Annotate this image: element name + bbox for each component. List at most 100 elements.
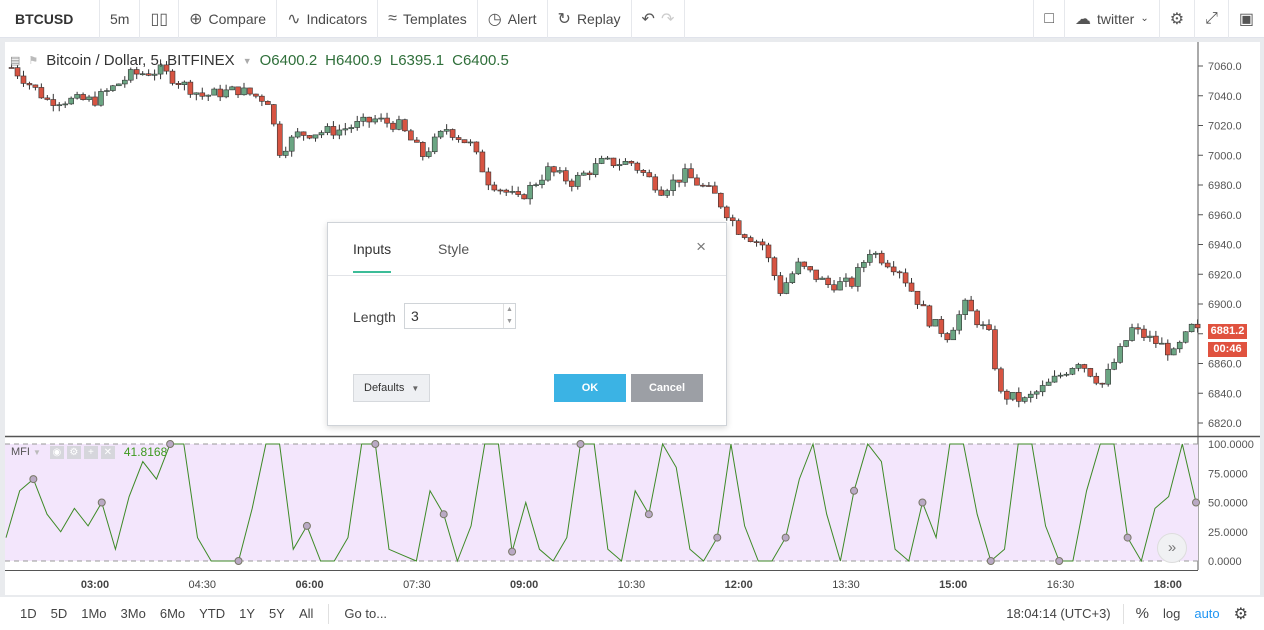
candle-body [843,277,849,282]
mfi-marker [986,557,995,565]
symbol-title[interactable]: Bitcoin / Dollar, 5, BITFINEX [46,52,234,69]
candle-body [795,261,802,275]
candle-body [1141,328,1147,338]
down-arrow-icon[interactable]: ▼ [504,316,515,328]
mfi-marker [918,498,927,507]
candle-body [610,157,617,167]
candle-body [658,189,665,196]
plus-icon[interactable]: + [83,445,98,459]
tab-inputs[interactable]: Inputs [353,241,392,273]
price-label: 7000.0 [1208,150,1242,162]
chart-legend: ▤ ⚑ Bitcoin / Dollar, 5, BITFINEX ▼ O640… [10,52,509,69]
mfi-label[interactable]: MFI [11,446,30,458]
range-1y[interactable]: 1Y [232,606,262,621]
candle-body [1117,346,1123,363]
collapse-icon[interactable]: ▤ [10,54,20,67]
eye-icon[interactable]: ◉ [49,445,64,459]
candle-body [777,275,784,294]
close-icon[interactable]: × [696,237,706,257]
candle-body [419,142,426,157]
gear-icon[interactable]: ⚙ [1227,604,1264,624]
range-ytd[interactable]: YTD [192,606,232,621]
range-1d[interactable]: 1D [13,606,44,621]
price-label: 7020.0 [1208,121,1242,133]
caret-down-icon[interactable]: ▼ [243,56,252,66]
candle-body [527,185,533,200]
defaults-button[interactable]: Defaults ▼ [353,374,430,402]
price-label: 6820.0 [1208,418,1242,430]
candle-body [861,262,867,268]
candle-body [634,162,641,171]
candle-body [902,272,909,284]
candle-body [235,86,241,96]
candle-body [765,244,772,259]
range-5y[interactable]: 5Y [262,606,292,621]
candle-body [944,333,951,341]
mfi-marker [166,440,175,448]
range-1mo[interactable]: 1Mo [74,606,113,621]
candle-body [431,136,438,153]
candle-body [20,75,27,84]
candle-body [741,234,748,238]
range-5d[interactable]: 5D [44,606,75,621]
range-6mo[interactable]: 6Mo [153,606,192,621]
candle-body [74,94,80,99]
candle-body [908,282,915,292]
stepper[interactable]: ▲ ▼ [503,304,515,328]
candle-body [270,104,277,125]
candle-body [288,136,295,152]
price-label: 7040.0 [1208,91,1242,103]
mfi-axis-label: 100.0000 [1208,439,1254,451]
mfi-marker [1192,498,1200,507]
candle-body [467,141,474,144]
candle-body [1135,327,1141,330]
candle-body [950,329,957,341]
candle-body [1159,342,1165,345]
candle-body [563,170,569,182]
mfi-marker [29,475,38,484]
up-arrow-icon[interactable]: ▲ [504,304,515,316]
candle-body [580,172,587,176]
auto-toggle[interactable]: auto [1187,606,1226,621]
goto-button[interactable]: Go to... [337,606,394,621]
caret-down-icon[interactable]: ▼ [33,448,41,457]
candle-body [735,220,742,235]
gear-icon[interactable]: ⚙ [66,445,81,459]
percent-toggle[interactable]: % [1129,605,1156,622]
candle-body [783,282,790,294]
scroll-to-realtime-button[interactable]: » [1157,533,1187,563]
candle-body [694,177,700,186]
candle-body [44,97,51,100]
length-input[interactable]: 3 ▲ ▼ [404,303,516,329]
range-all[interactable]: All [292,606,320,621]
candle-body [80,94,86,100]
candle-body [586,172,593,175]
candle-body [670,179,676,191]
tab-style[interactable]: Style [438,241,469,257]
candle-body [169,70,176,84]
candle-body [616,164,623,167]
candle-body [104,90,110,92]
candle-body [712,185,718,194]
candle-body [1069,368,1076,375]
candle-body [247,87,253,95]
candle-body [122,79,128,85]
mfi-marker [302,521,311,530]
candle-body [92,96,98,106]
mfi-axis-label: 25.0000 [1208,527,1248,539]
dialog-tabs: Inputs Style × [328,223,726,276]
length-value: 3 [411,308,419,324]
candle-body [849,277,855,287]
cancel-button[interactable]: Cancel [631,374,703,402]
ok-button[interactable]: OK [554,374,626,402]
flag-icon[interactable]: ⚑ [28,54,38,67]
close-icon[interactable]: ✕ [100,445,115,459]
range-3mo[interactable]: 3Mo [114,606,153,621]
log-toggle[interactable]: log [1156,606,1187,621]
clock[interactable]: 18:04:14 (UTC+3) [999,606,1117,621]
candle-body [1129,327,1135,341]
candle-body [872,252,879,255]
price-label: 6860.0 [1208,359,1242,371]
candle-body [32,84,39,88]
candle-body [914,290,921,305]
